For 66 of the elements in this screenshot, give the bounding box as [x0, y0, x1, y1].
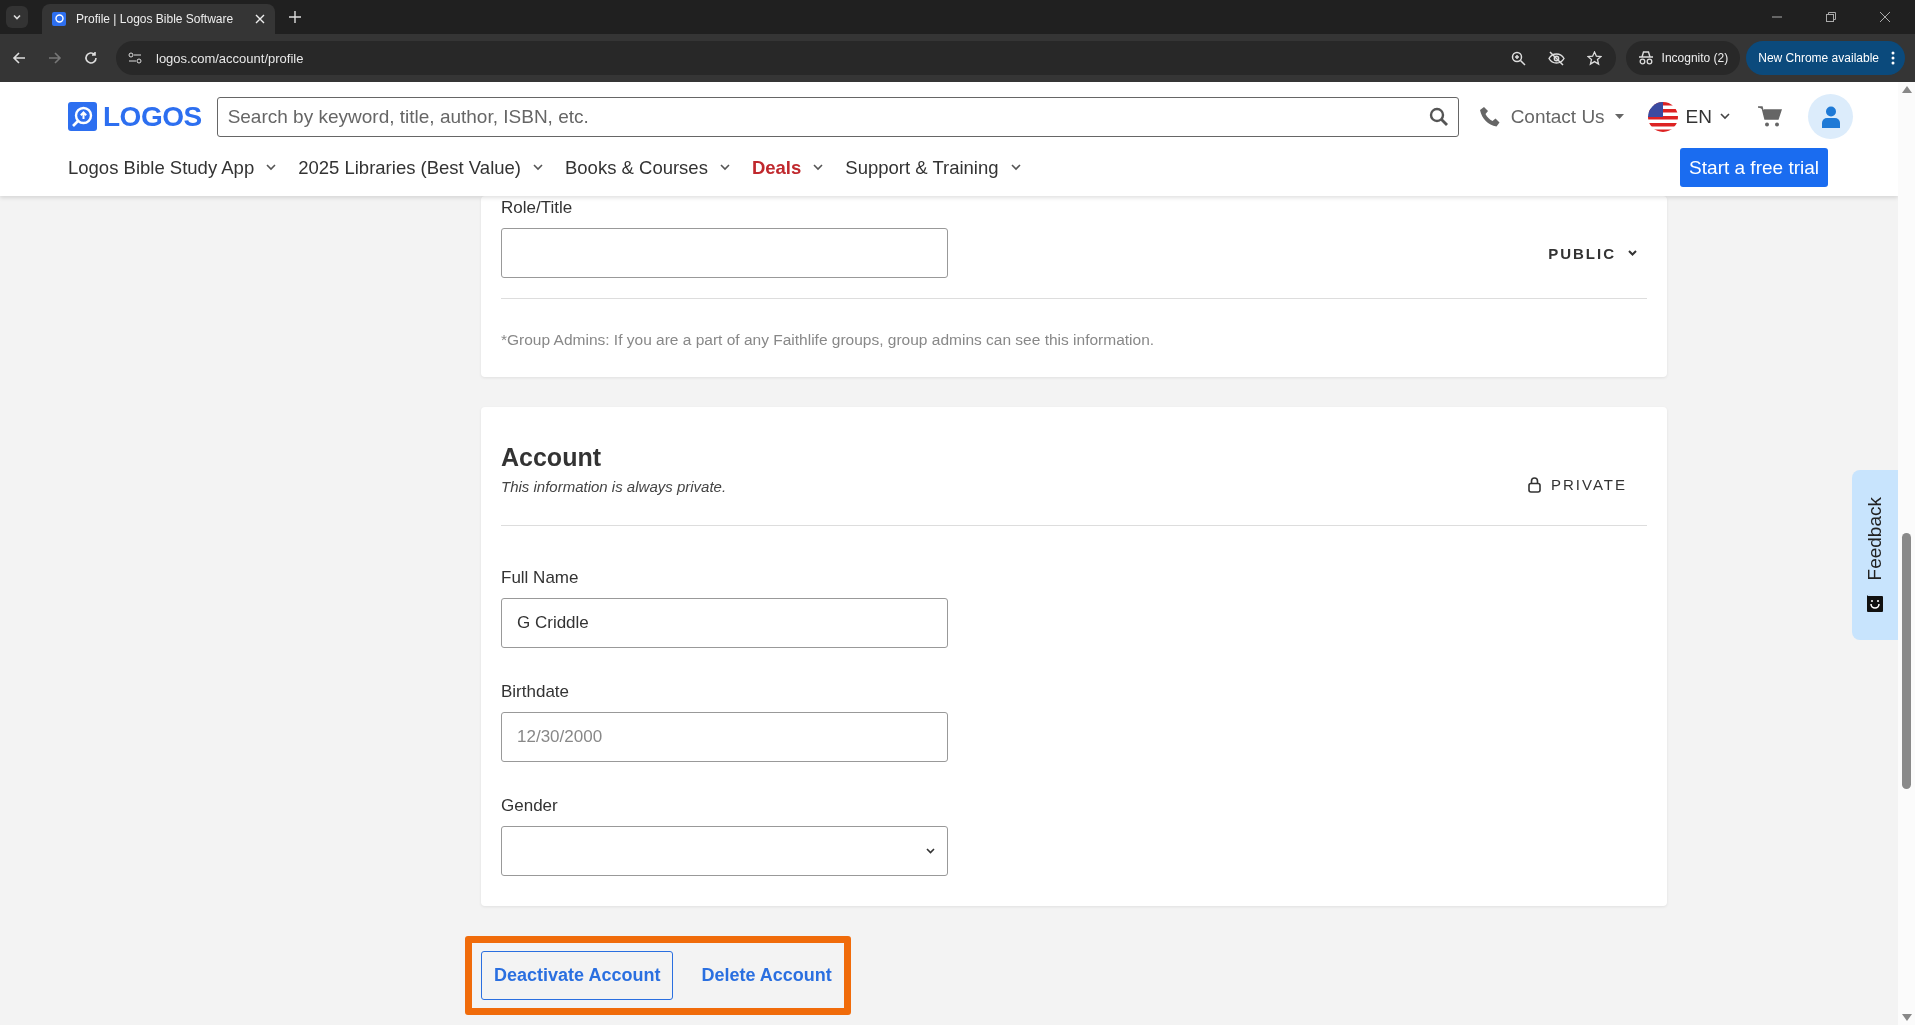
incognito-icon [1637, 51, 1654, 65]
delete-link[interactable]: Delete Account [701, 965, 832, 986]
chevron-icon [719, 164, 730, 171]
chevron-icon [813, 164, 824, 171]
site-settings-icon[interactable] [128, 51, 142, 65]
search-field[interactable]: Search by keyword, title, author, ISBN, etc. [216, 96, 1459, 137]
input-field[interactable]: G Criddle [501, 598, 948, 648]
visibility-menu[interactable]: PUBLIC [1548, 244, 1647, 262]
star-icon[interactable] [1586, 50, 1602, 66]
select-field[interactable] [501, 826, 948, 876]
tab-search-button[interactable] [6, 6, 28, 28]
nav-menu-item[interactable]: Support & Training [845, 156, 1021, 179]
card-title: Account [501, 443, 602, 472]
search-icon[interactable] [1428, 106, 1449, 127]
back-icon[interactable] [12, 51, 26, 65]
account-avatar[interactable] [1808, 94, 1853, 139]
field-label: Gender [501, 796, 558, 816]
field-label: Full Name [501, 568, 579, 588]
input-field[interactable] [501, 228, 948, 278]
new-tab-icon[interactable] [289, 11, 301, 23]
nav-menu-item[interactable]: Logos Bible Study App [68, 156, 277, 179]
caret-icon [1614, 113, 1624, 120]
language-menu[interactable]: EN [1647, 101, 1730, 132]
update-button[interactable]: New Chrome available [1746, 41, 1905, 75]
feedback-tab[interactable]: Feedback [1852, 470, 1898, 640]
chevron-icon [1010, 164, 1021, 171]
contact-menu[interactable]: Contact Us [1478, 105, 1624, 128]
site-logo[interactable]: LOGOS [68, 100, 202, 133]
eye-slash-icon[interactable] [1547, 50, 1565, 66]
zoom-icon[interactable] [1510, 50, 1526, 66]
lock-icon [1528, 476, 1542, 493]
chevron-icon [1720, 113, 1730, 120]
chevron-icon [1628, 249, 1637, 257]
reload-icon[interactable] [84, 51, 98, 65]
incognito-button[interactable]: Incognito (2) [1625, 41, 1741, 75]
forward-icon[interactable] [48, 51, 62, 65]
phone-icon [1478, 105, 1501, 128]
person-icon [1821, 105, 1840, 128]
info-note: *Group Admins: If you are a part of any Faithlife groups, group admins can see this information. [501, 331, 1156, 349]
free-trial-button[interactable]: Start a free trial [1680, 148, 1828, 187]
logo-icon [68, 102, 97, 131]
smiley-icon [1866, 594, 1884, 613]
logo-icon [52, 12, 66, 26]
close-icon[interactable] [1879, 11, 1891, 23]
more-icon [1891, 51, 1895, 65]
chevron-icon [266, 164, 277, 171]
flag-icon [1647, 101, 1678, 132]
chevron-icon [533, 164, 543, 171]
field-label: Birthdate [501, 682, 570, 702]
browser-tab[interactable]: Profile | Logos Bible Software [42, 4, 275, 34]
nav-menu-item[interactable]: Books & Courses [565, 156, 730, 179]
input-field[interactable]: 12/30/2000 [501, 712, 948, 762]
chevron-icon [926, 848, 935, 854]
scroll-down-icon[interactable] [1901, 1014, 1912, 1021]
scrollbar-thumb[interactable] [1902, 533, 1911, 789]
scrollbar[interactable] [1898, 82, 1915, 1025]
restore-icon[interactable] [1825, 11, 1837, 23]
cart-icon[interactable] [1758, 105, 1782, 128]
visibility-label: PRIVATE [1551, 476, 1627, 493]
nav-menu-item[interactable]: 2025 Libraries (Best Value) [298, 156, 543, 179]
nav-menu-item[interactable]: Deals [751, 156, 824, 179]
card-subtitle: This information is always private. [501, 478, 727, 495]
deactivate-button[interactable]: Deactivate Account [481, 951, 674, 1000]
scroll-up-icon[interactable] [1901, 86, 1912, 93]
address-bar[interactable]: logos.com/account/profile [116, 41, 1616, 75]
field-label: Role/Title [501, 198, 573, 218]
